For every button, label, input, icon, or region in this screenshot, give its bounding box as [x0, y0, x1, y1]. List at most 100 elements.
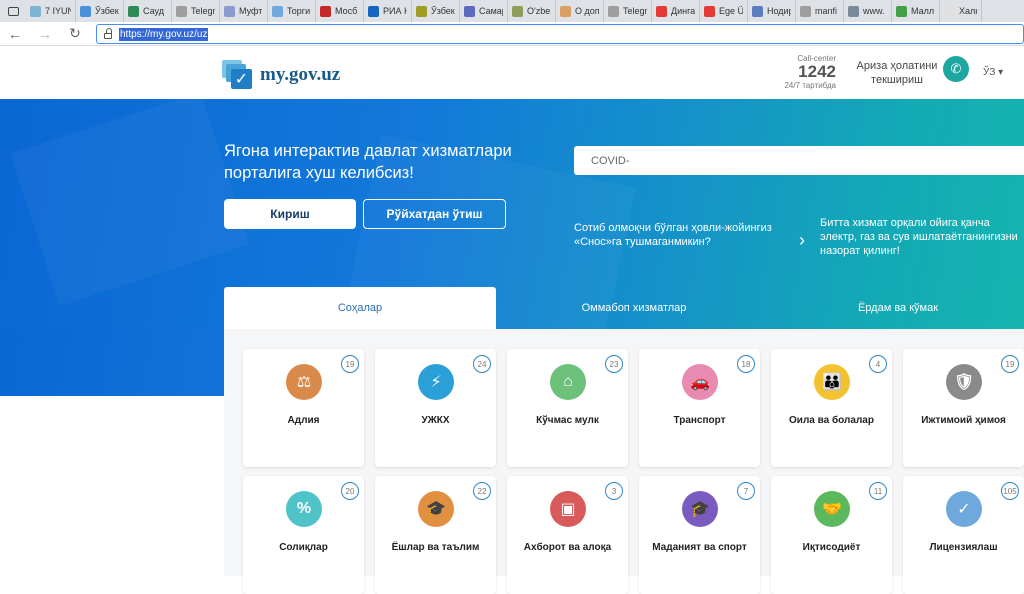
browser-tab[interactable]: Ege Ü	[700, 0, 748, 22]
category-card[interactable]: 20% Солиқлар	[243, 476, 364, 594]
search-field[interactable]	[574, 146, 1024, 175]
register-button[interactable]: Рўйхатдан ўтиш	[363, 199, 506, 229]
service-count-badge: 18	[737, 355, 755, 373]
search-input[interactable]	[591, 154, 1024, 167]
tab-favicon-icon	[752, 5, 763, 17]
browser-tab-label: Торги	[287, 6, 311, 16]
url-field[interactable]: https://my.gov.uz/uz	[96, 24, 1024, 44]
category-card[interactable]: 7 🎓 Маданият ва спорт	[639, 476, 760, 594]
scales-icon: ⚖	[286, 364, 322, 400]
service-count-badge: 22	[473, 482, 491, 500]
callcenter-number: 1242	[798, 62, 836, 81]
category-label: Транспорт	[673, 415, 726, 426]
tab-favicon-icon	[944, 5, 955, 17]
handshake-icon: 🤝	[814, 491, 850, 527]
back-arrow-icon[interactable]: ←	[0, 22, 30, 46]
browser-tab[interactable]: Сауд	[124, 0, 172, 22]
tab-favicon-icon	[848, 5, 859, 17]
promo-link-utilities[interactable]: Битта хизмат орқали ойига қанча электр, …	[820, 216, 1024, 258]
tab-favicon-icon	[704, 5, 715, 17]
category-card[interactable]: 24 ⚡ УЖКХ	[375, 349, 496, 467]
tax-document-icon: %	[286, 491, 322, 527]
window-menu-icon[interactable]	[0, 0, 26, 22]
browser-tab-label: O'zbe	[527, 6, 551, 16]
service-count-badge: 11	[869, 482, 887, 500]
category-card[interactable]: 11 🤝 Иқтисодиёт	[771, 476, 892, 594]
browser-tab[interactable]: Telegr	[604, 0, 652, 22]
browser-tab[interactable]: Мосб	[316, 0, 364, 22]
browser-tab-label: Telegr	[623, 6, 647, 16]
service-count-badge: 19	[341, 355, 359, 373]
tab-popular-services[interactable]: Оммабоп хизматлар	[496, 287, 772, 329]
category-card[interactable]: 22 🎓 Ёшлар ва таълим	[375, 476, 496, 594]
browser-tabs: 7 IYUN Ўзбек Сауд Telegr Муфт Торги Мосб РИА Н Ў…	[26, 0, 982, 22]
callcenter-block: Call-center 1242 24/7 тартибда	[784, 54, 836, 90]
browser-tab[interactable]: Нодир	[748, 0, 796, 22]
language-selector[interactable]: ЎЗ ▾	[983, 67, 1003, 78]
browser-tab[interactable]: Малл	[892, 0, 940, 22]
browser-tab[interactable]: O'zbe	[508, 0, 556, 22]
category-card[interactable]: 23 ⌂ Кўчмас мулк	[507, 349, 628, 467]
browser-tab-label: О доп	[575, 6, 599, 16]
family-icon: 👪	[814, 364, 850, 400]
category-label: Ёшлар ва таълим	[391, 542, 480, 553]
browser-tab-label: Ege Ü	[719, 6, 743, 16]
tab-help[interactable]: Ёрдам ва кўмак	[772, 287, 1024, 329]
category-label: Оила ва болалар	[789, 415, 874, 426]
site-logo[interactable]: ✓ my.gov.uz	[222, 60, 340, 90]
browser-tab-label: РИА Н	[383, 6, 407, 16]
content-tabs: Соҳалар Оммабоп хизматлар Ёрдам ва кўмак	[224, 287, 1024, 329]
browser-tab-label: manfi	[815, 6, 838, 16]
chevron-right-icon[interactable]: ›	[799, 230, 805, 251]
browser-tab[interactable]: Telegr	[172, 0, 220, 22]
forward-arrow-icon[interactable]: →	[30, 22, 60, 46]
reload-icon[interactable]: ↻	[60, 22, 90, 46]
browser-tab[interactable]: Торги	[268, 0, 316, 22]
device-icon: ▣	[550, 491, 586, 527]
browser-tab[interactable]: Динга	[652, 0, 700, 22]
browser-tab-label: Ўзбек	[431, 6, 455, 16]
phone-icon[interactable]: ✆	[943, 56, 969, 82]
url-text[interactable]: https://my.gov.uz/uz	[119, 27, 209, 41]
tab-favicon-icon	[512, 5, 523, 17]
browser-tab[interactable]: Халқ	[940, 0, 982, 22]
browser-tab[interactable]: manfi	[796, 0, 844, 22]
category-card[interactable]: 19 🛡 Ижтимоий ҳимоя	[903, 349, 1024, 467]
category-card[interactable]: 3 ▣ Ахборот ва алоқа	[507, 476, 628, 594]
promo-link-snos[interactable]: Сотиб олмоқчи бўлган ҳовли-жойингиз «Сно…	[574, 221, 774, 249]
browser-tab[interactable]: О доп	[556, 0, 604, 22]
browser-tab[interactable]: РИА Н	[364, 0, 412, 22]
category-card[interactable]: 18 🚗 Транспорт	[639, 349, 760, 467]
category-card[interactable]: 4 👪 Оила ва болалар	[771, 349, 892, 467]
service-count-badge: 20	[341, 482, 359, 500]
tab-favicon-icon	[176, 5, 187, 17]
browser-tab-label: Самар	[479, 6, 503, 16]
browser-tab[interactable]: Самар	[460, 0, 508, 22]
car-icon: 🚗	[682, 364, 718, 400]
browser-tab[interactable]: Муфт	[220, 0, 268, 22]
browser-tab-label: 7 IYUN	[45, 6, 71, 16]
check-status-link[interactable]: Ариза ҳолатини текшириш	[852, 59, 942, 87]
category-card[interactable]: 105 ✓ Лицензиялаш	[903, 476, 1024, 594]
tab-favicon-icon	[416, 5, 427, 17]
tab-favicon-icon	[656, 5, 667, 17]
category-label: Лицензиялаш	[929, 542, 998, 553]
browser-tab[interactable]: Ўзбек	[76, 0, 124, 22]
tab-favicon-icon	[272, 5, 283, 17]
graduation-icon: 🎓	[418, 491, 454, 527]
browser-tab[interactable]: www.	[844, 0, 892, 22]
tab-favicon-icon	[128, 5, 139, 17]
category-card[interactable]: 19 ⚖ Адлия	[243, 349, 364, 467]
tab-favicon-icon	[560, 5, 571, 17]
tab-favicon-icon	[80, 5, 91, 17]
browser-tab-label: Малл	[911, 6, 935, 16]
tab-sectors[interactable]: Соҳалар	[224, 287, 496, 329]
browser-tab-label: Сауд	[143, 6, 164, 16]
browser-tab[interactable]: Ўзбек	[412, 0, 460, 22]
browser-tab-label: Мосб	[335, 6, 358, 16]
tab-favicon-icon	[30, 5, 41, 17]
browser-tab-strip: 7 IYUN Ўзбек Сауд Telegr Муфт Торги Мосб РИА Н Ў…	[0, 0, 1024, 22]
login-button[interactable]: Кириш	[224, 199, 356, 229]
browser-tab[interactable]: 7 IYUN	[26, 0, 76, 22]
logo-text: my.gov.uz	[260, 64, 341, 85]
